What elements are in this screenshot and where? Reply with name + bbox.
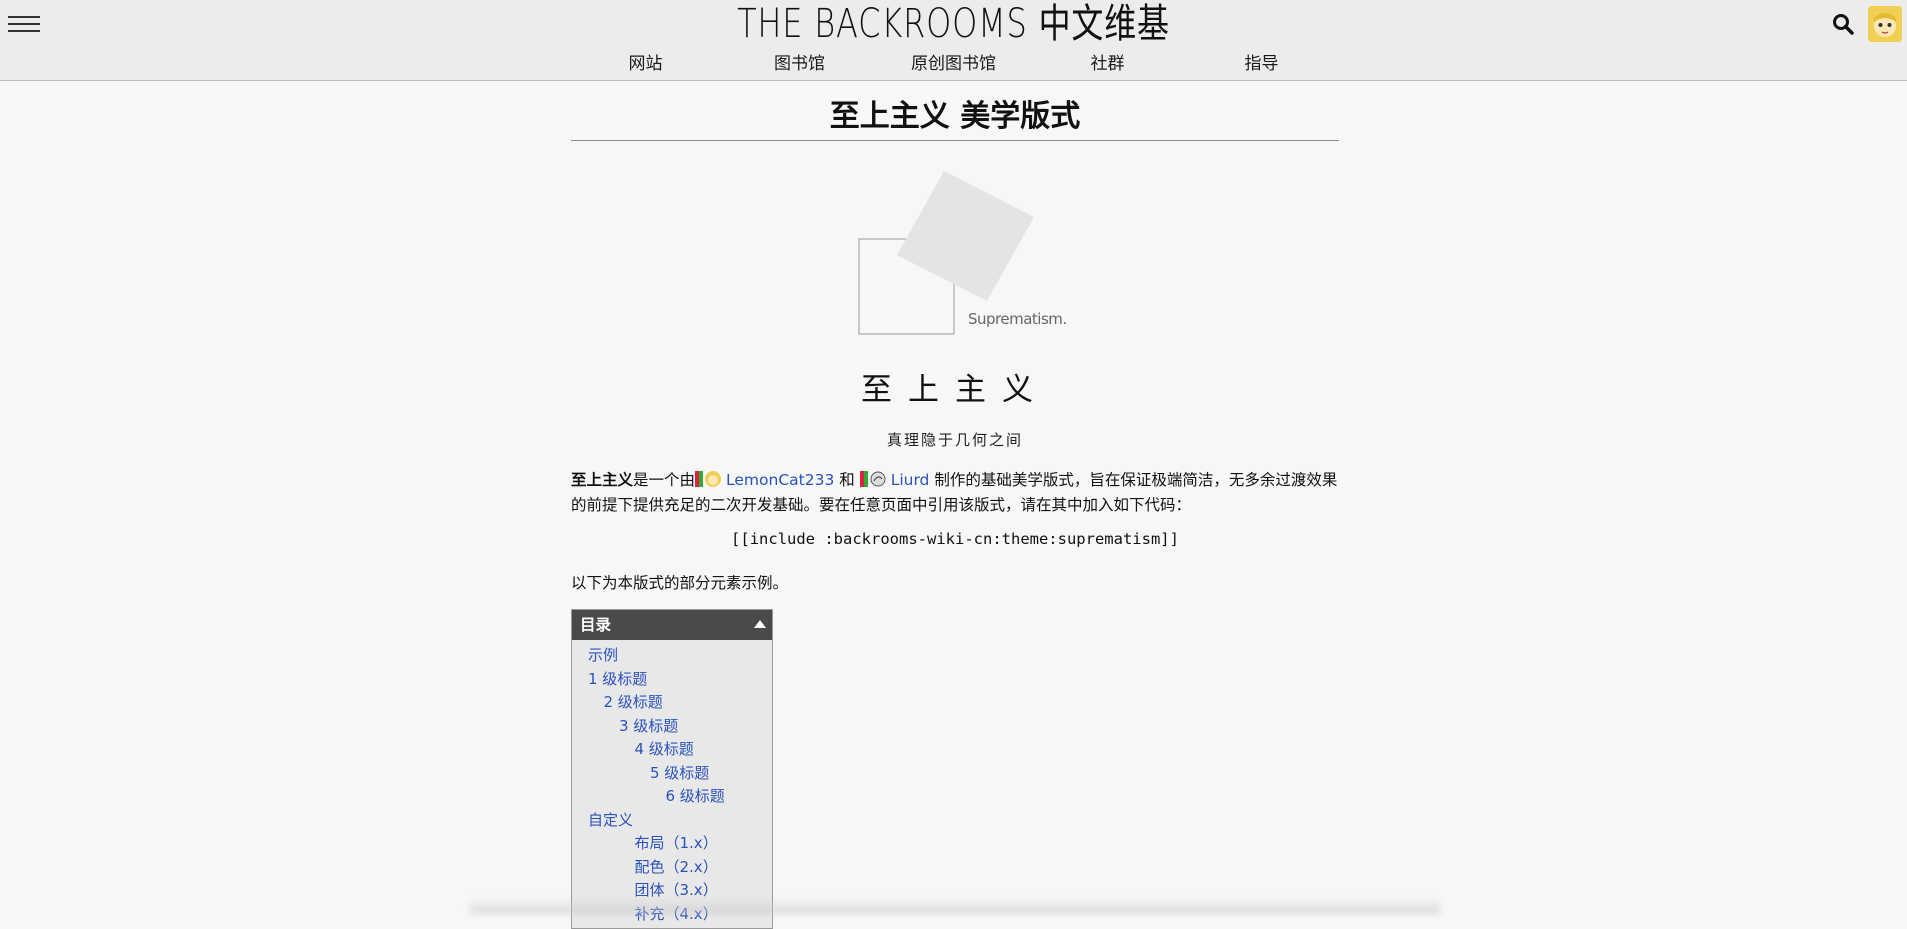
user-avatar[interactable] <box>1868 6 1902 42</box>
subheading: 真理隐于几何之间 <box>886 431 1023 449</box>
toc-title: 目录 <box>580 616 612 634</box>
search-icon[interactable] <box>1832 13 1854 35</box>
nav-item-website[interactable]: 网站 <box>569 51 723 77</box>
examples-note: 以下为本版式的部分元素示例。 <box>571 574 789 592</box>
user-link-liurd[interactable]: Liurd <box>891 471 930 489</box>
toc-header: 目录 <box>572 610 772 640</box>
include-code: [[include :backrooms-wiki-cn:theme:supre… <box>731 530 1179 548</box>
intro-text: 是一个由 <box>633 471 696 489</box>
toc-link[interactable]: 4 级标题 <box>572 738 772 762</box>
top-bar: THE BACKROOMS 中文维基 网站 图书馆 原创图书馆 社群 指导 <box>0 0 1907 81</box>
toc-link[interactable]: 1 级标题 <box>572 668 772 692</box>
toc-link[interactable]: 5 级标题 <box>572 762 772 786</box>
toc-link[interactable]: 6 级标题 <box>572 785 772 809</box>
toc-list: 示例 1 级标题 2 级标题 3 级标题 4 级标题 5 级标题 6 级标题 自定义 布局（1.… <box>572 640 772 926</box>
toc-link[interactable]: 配色（2.x） <box>572 856 772 880</box>
toc-link[interactable]: 布局（1.x） <box>572 832 772 856</box>
toc-link[interactable]: 示例 <box>572 644 772 668</box>
site-title[interactable]: THE BACKROOMS 中文维基 <box>0 0 1907 48</box>
bottom-shadow <box>470 898 1440 914</box>
table-of-contents: 目录 示例 1 级标题 2 级标题 3 级标题 4 级标题 5 级标题 6 级标题 自定义 布局… <box>571 609 773 929</box>
nav-item-library[interactable]: 图书馆 <box>723 51 877 77</box>
user-link-lemoncat[interactable]: LemonCat233 <box>726 471 834 489</box>
nav-item-original-library[interactable]: 原创图书馆 <box>877 51 1031 77</box>
intro-bold: 至上主义 <box>571 471 634 489</box>
intro-paragraph: 至上主义是一个由 LemonCat233 和 Liurd 制作的基础美学版式，旨… <box>571 468 1341 518</box>
user-icon-lemoncat <box>695 471 722 487</box>
nav-item-community[interactable]: 社群 <box>1031 51 1185 77</box>
user-icon-liurd <box>859 471 886 487</box>
top-nav: 网站 图书馆 原创图书馆 社群 指导 <box>0 51 1907 77</box>
toc-link[interactable]: 自定义 <box>572 809 772 833</box>
heading: 至上主义 <box>861 372 1049 408</box>
nav-item-guide[interactable]: 指导 <box>1185 51 1339 77</box>
page-title: 至上主义 美学版式 <box>571 95 1339 141</box>
logo-caption: Suprematism. <box>968 310 1067 328</box>
toc-link[interactable]: 3 级标题 <box>572 715 772 739</box>
toc-collapse-icon[interactable] <box>754 620 766 628</box>
intro-text: 和 <box>834 471 860 489</box>
toc-link[interactable]: 2 级标题 <box>572 691 772 715</box>
